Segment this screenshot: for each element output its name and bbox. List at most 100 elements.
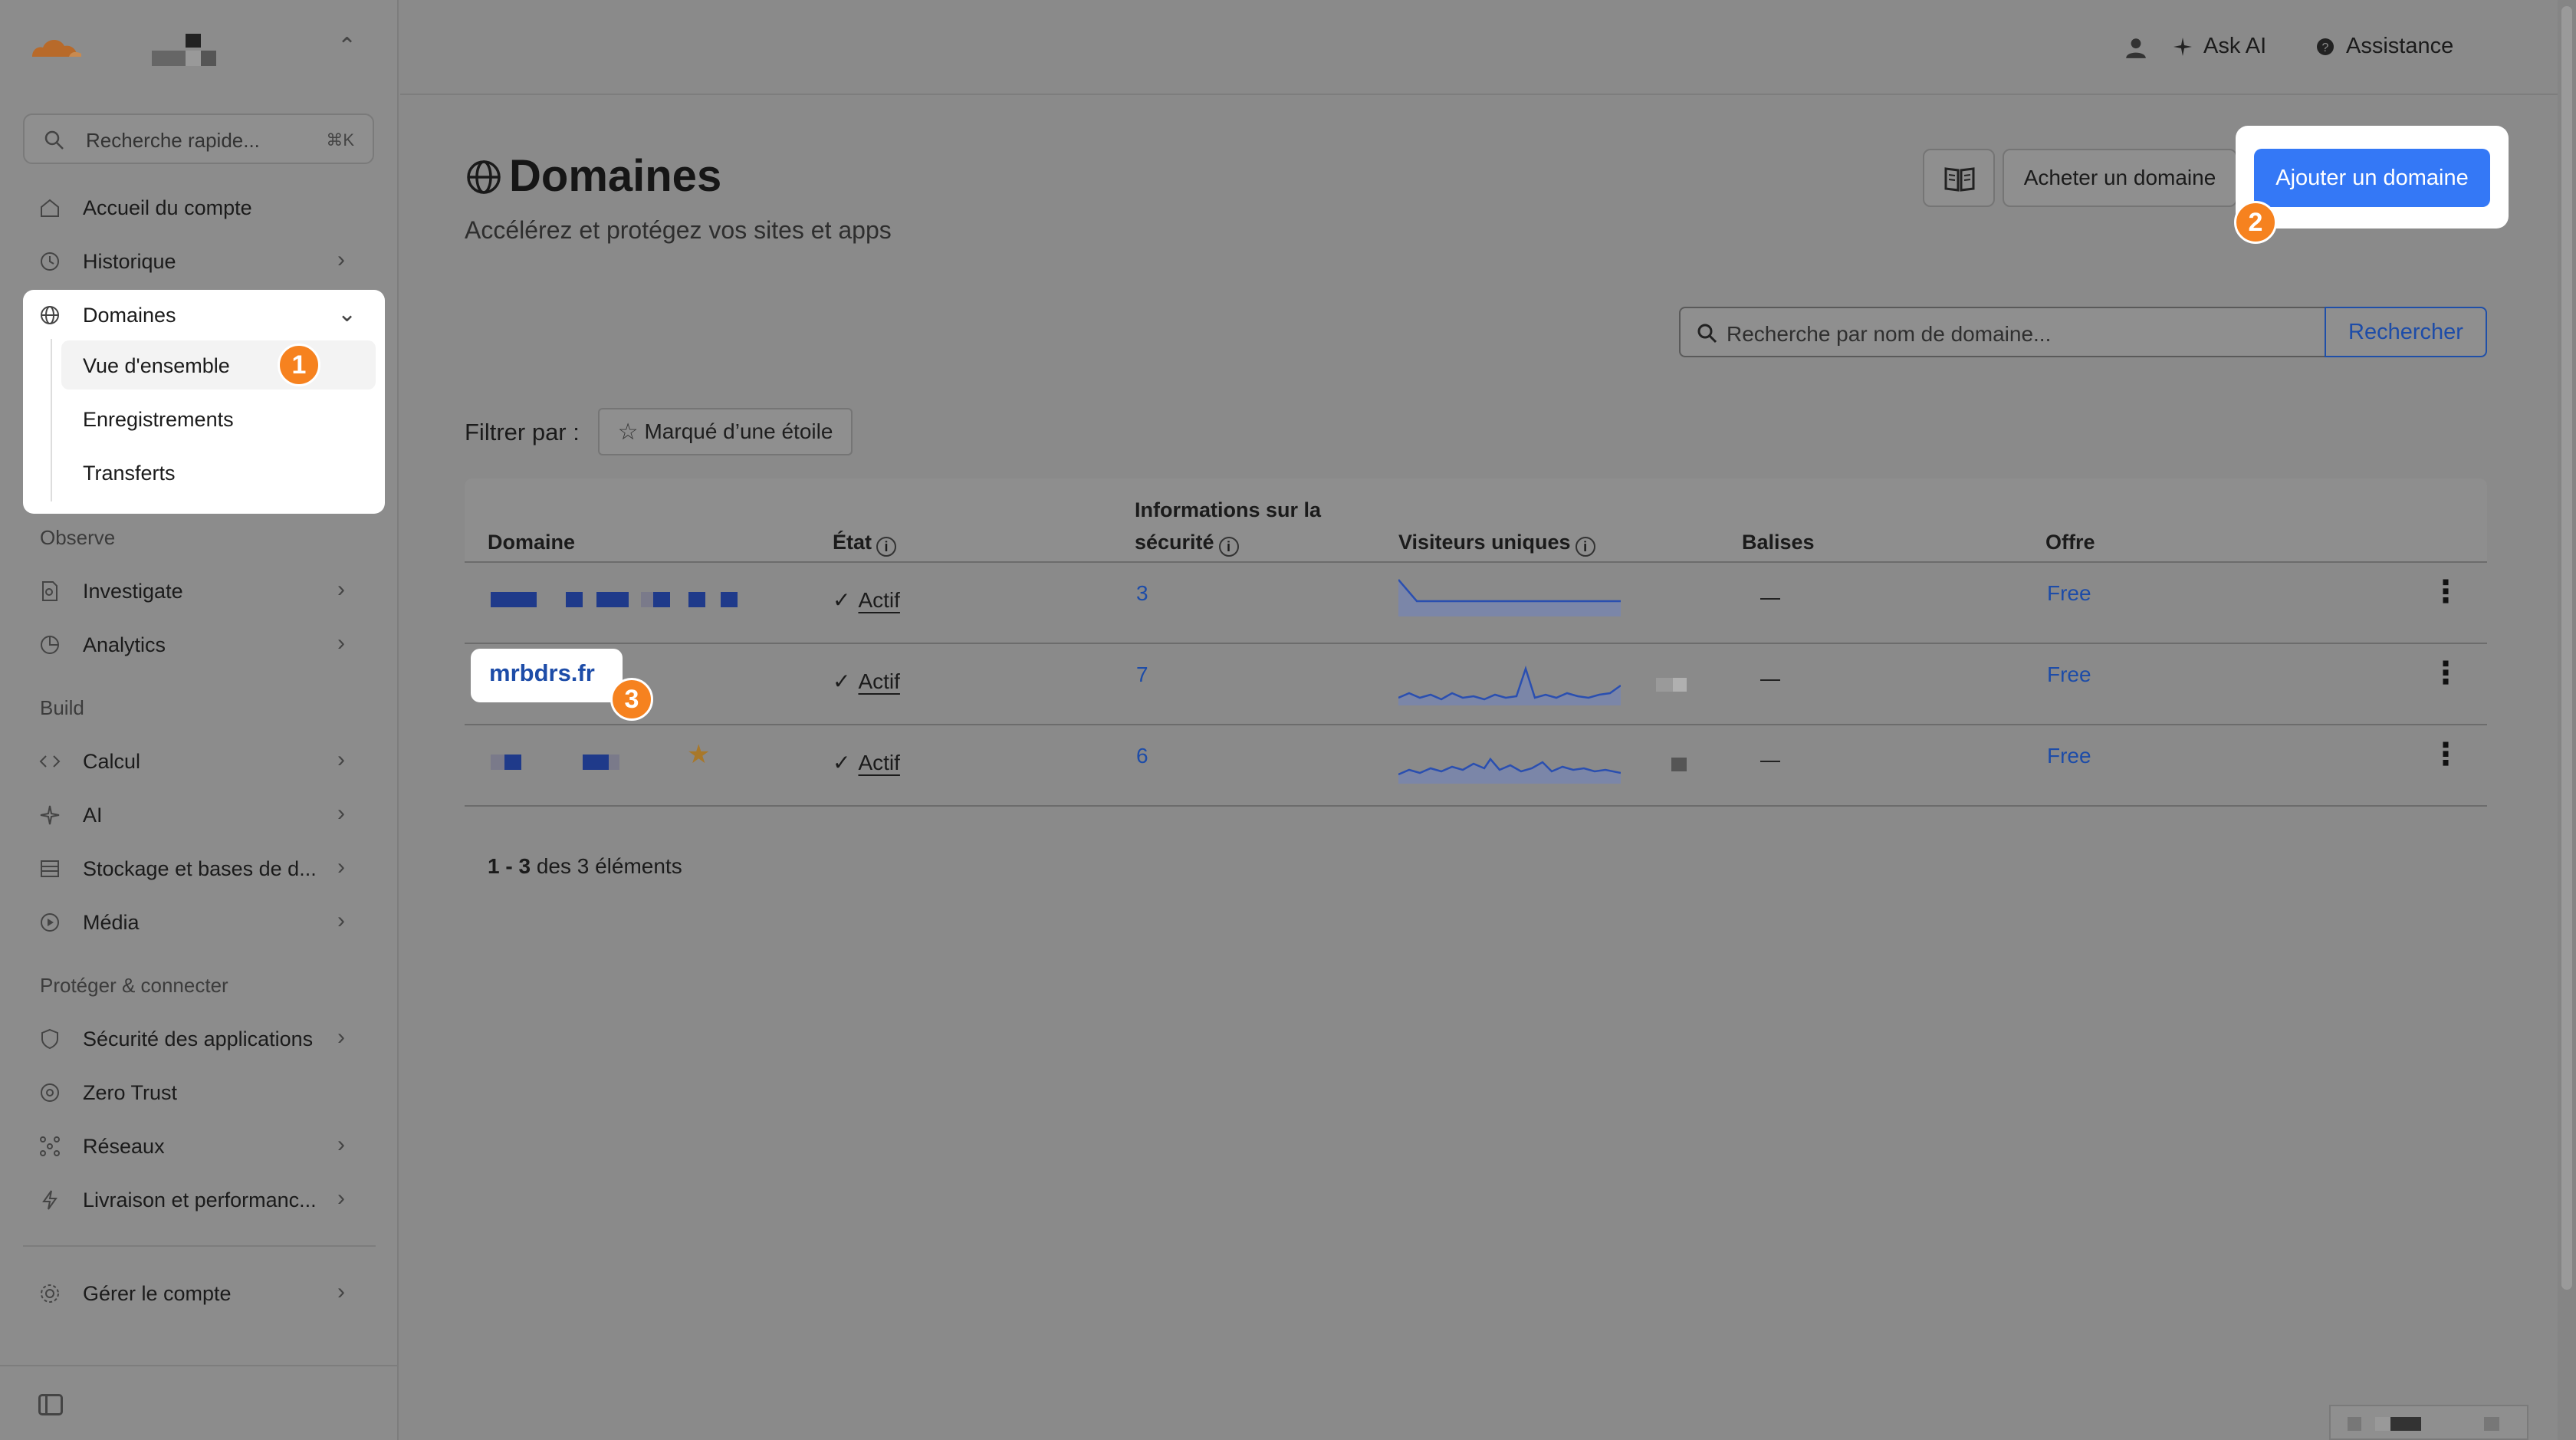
tags-value: — [1745,581,1746,582]
sidebar-item-networks[interactable]: Réseaux › [23,1121,376,1172]
plan-free-link[interactable]: Free [2047,581,2091,606]
row-menu-icon[interactable]: ⋮ [2430,739,2461,770]
page-scrollbar[interactable] [2558,0,2576,1440]
zero-trust-icon [41,1083,59,1102]
ask-ai-button[interactable]: Ask AI [2171,34,2266,59]
status-label[interactable]: Actif [858,751,899,775]
globe-icon [467,160,501,194]
page-title: Domaines [509,151,722,201]
home-icon [41,199,59,217]
redacted-widget[interactable] [2329,1405,2528,1440]
sidebar-item-media[interactable]: Média › [23,897,376,948]
info-icon[interactable]: i [876,537,897,557]
page-subtitle: Accélérez et protégez vos sites et apps [465,216,892,244]
chevron-right-icon: › [337,801,345,826]
domain-search-input[interactable]: Recherche par nom de domaine... [1679,307,2326,357]
col-header-domain[interactable]: Domaine [488,526,575,558]
pagination-range: 1 - 3 [488,854,531,878]
sidebar-item-label: Investigate [83,580,183,603]
step-badge-3: 3 [610,678,653,721]
info-icon[interactable]: i [1575,537,1595,557]
status-label[interactable]: Actif [858,588,899,613]
chevron-right-icon: › [337,1185,345,1211]
chevron-right-icon: › [337,630,345,656]
buy-domain-button[interactable]: Acheter un domaine [2003,149,2237,207]
starred-filter-label: Marqué d’une étoile [644,419,833,443]
plan-free-link[interactable]: Free [2047,744,2091,768]
tags-value: — [1745,744,1746,745]
user-icon[interactable] [2124,35,2148,60]
sidebar-item-label: Média [83,911,140,934]
sidebar-item-label: Gérer le compte [83,1282,232,1305]
visitors-sparkline [1398,579,1621,616]
sidebar-item-registrations[interactable]: Enregistrements [61,394,376,443]
sidebar-item-label: Zero Trust [83,1081,178,1104]
security-insights-count[interactable]: 6 [1136,744,1148,768]
row-menu-icon[interactable]: ⋮ [2430,658,2461,689]
chevron-right-icon: › [337,747,345,772]
scrollbar-thumb[interactable] [2561,6,2572,1290]
sidebar-item-ai[interactable]: AI › [23,790,376,840]
tags-value: — [1745,662,1746,663]
ask-ai-label: Ask AI [2203,34,2267,58]
security-insights-count[interactable]: 3 [1136,581,1148,606]
info-icon[interactable]: i [1218,537,1239,557]
sidebar-item-home[interactable]: Accueil du compte [23,182,376,233]
help-circle-icon: ? [2317,38,2334,55]
sidebar-item-label: Analytics [83,633,166,656]
quick-search-input[interactable]: Recherche rapide... ⌘K [23,113,374,164]
book-open-icon [1944,167,1975,192]
chevron-down-icon: ⌄ [337,301,357,327]
sidebar-item-label: AI [83,804,103,827]
account-switcher-chevron-icon[interactable]: ⌃ [337,35,356,58]
database-icon [41,860,59,877]
sidebar-item-app-security[interactable]: Sécurité des applications › [23,1014,376,1064]
add-domain-button[interactable]: Ajouter un domaine [2254,149,2490,207]
sidebar-header: ⌃ [0,0,399,100]
domains-nav-group: Domaines ⌄ Vue d'ensemble Enregistrement… [23,290,385,514]
docs-button[interactable] [1923,149,1995,207]
chevron-right-icon: › [337,908,345,933]
cloudflare-logo-icon[interactable] [26,31,84,61]
row-menu-icon[interactable]: ⋮ [2430,577,2461,607]
sidebar-item-delivery[interactable]: Livraison et performanc... › [23,1175,376,1225]
col-header-state: État i [833,526,897,558]
sidebar-item-label: Transferts [83,462,176,485]
chevron-right-icon: › [337,854,345,879]
sidebar-item-label: Vue d'ensemble [83,354,230,377]
status-label[interactable]: Actif [858,669,899,694]
security-insights-count[interactable]: 7 [1136,662,1148,687]
clock-icon [41,252,59,271]
table-row[interactable]: ★ ✓ Actif 6 — Free ⋮ [465,725,2487,807]
sidebar-toggle-icon[interactable] [38,1394,63,1415]
sidebar-item-transfers[interactable]: Transferts [61,448,376,497]
table-row[interactable]: ✓ Actif 7 — Free ⋮ [465,644,2487,725]
sidebar-item-analytics[interactable]: Analytics › [23,620,376,670]
support-button[interactable]: ? Assistance [2314,34,2453,59]
sidebar-item-compute[interactable]: Calcul › [23,736,376,787]
star-outline-icon: ☆ [617,419,639,445]
sidebar-item-overview[interactable]: Vue d'ensemble [61,340,376,390]
section-label-build: Build [40,696,84,719]
plan-free-link[interactable]: Free [2047,662,2091,687]
sidebar-item-label: Domaines [83,304,176,327]
starred-filter-chip[interactable]: ☆ Marqué d’une étoile [598,408,853,455]
sidebar-item-manage-account[interactable]: Gérer le compte › [23,1268,376,1319]
col-header-state-label: État [833,531,872,554]
sidebar-item-investigate[interactable]: Investigate › [23,566,376,616]
search-button[interactable]: Rechercher [2325,307,2487,357]
chevron-right-icon: › [337,1279,345,1304]
table-row[interactable]: ✓ Actif 3 — Free ⋮ [465,563,2487,644]
sidebar-item-zero-trust[interactable]: Zero Trust [23,1067,376,1118]
account-switcher-avatar[interactable] [152,34,216,67]
filter-label: Filtrer par : [465,419,580,445]
star-filled-icon[interactable]: ★ [687,739,710,770]
domain-link-mrbdrs[interactable]: mrbdrs.fr [489,659,595,687]
sidebar-item-domains[interactable]: Domaines ⌄ [23,290,376,340]
sidebar-item-storage[interactable]: Stockage et bases de d... › [23,843,376,894]
sidebar-item-history[interactable]: Historique › [23,236,376,287]
col-header-tags: Balises [1742,531,1815,554]
support-label: Assistance [2346,34,2454,58]
sidebar-item-label: Historique [83,250,176,273]
sparkle-icon [2174,37,2192,56]
